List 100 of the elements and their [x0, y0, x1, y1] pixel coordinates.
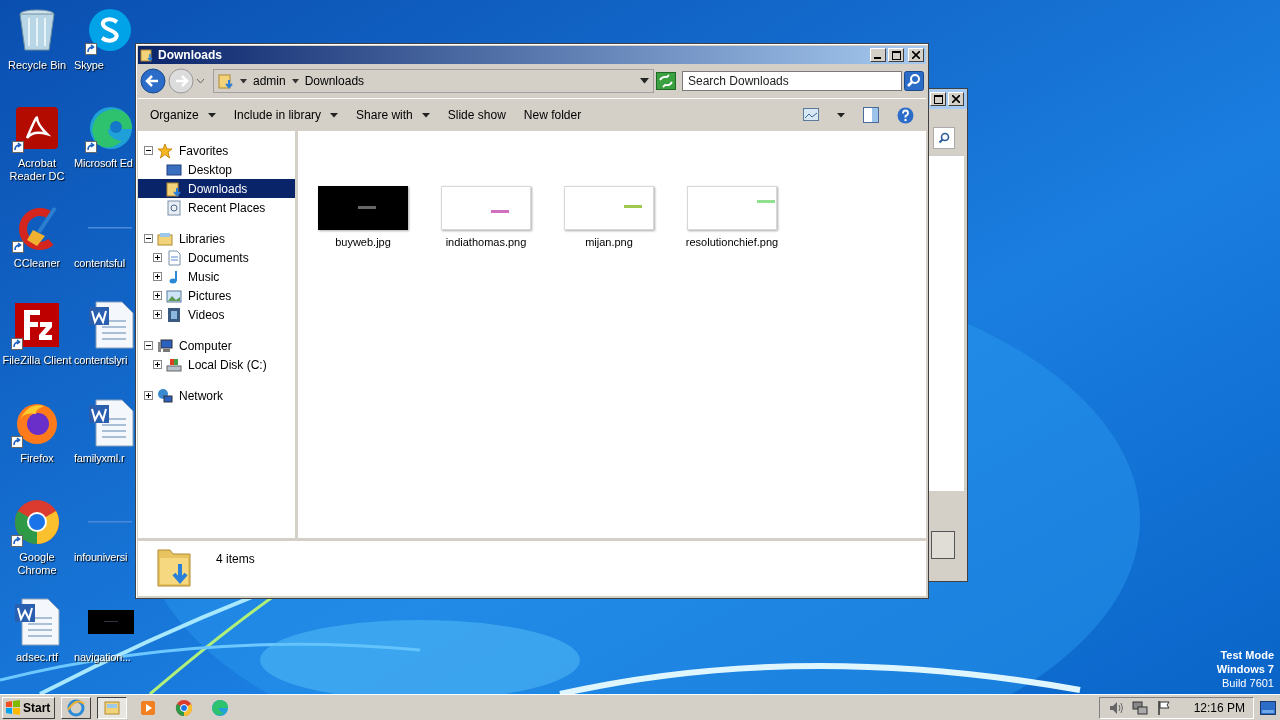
item-count: 4 items [216, 552, 255, 566]
history-caret-icon[interactable] [196, 78, 205, 84]
breadcrumb-item[interactable]: admin [253, 74, 286, 88]
desktop-icon-label[interactable]: FileZilla Client [2, 354, 72, 367]
desktop-icon-label[interactable]: navigation... [74, 651, 131, 664]
desktop-icon-label[interactable]: contentsful [74, 257, 125, 270]
desktop-icon-label[interactable]: CCleaner [13, 257, 61, 270]
start-button[interactable]: Start [2, 696, 56, 719]
expand-toggle[interactable] [144, 391, 153, 400]
desktop-icon-label[interactable]: Google Chrome [0, 551, 74, 577]
nav-tree-item[interactable]: Computer [179, 338, 232, 353]
desktop-icon-label[interactable]: Firefox [20, 452, 54, 465]
desktop-icon-label[interactable]: Microsoft Ed [74, 157, 133, 170]
computer-icon [157, 337, 173, 354]
dropdown-caret-icon[interactable] [640, 78, 649, 84]
close-button[interactable] [948, 92, 964, 106]
nav-tree-item[interactable]: Videos [188, 307, 225, 322]
image-thumbnail[interactable] [318, 186, 408, 230]
nav-tree-item[interactable]: Favorites [179, 143, 229, 158]
flag-icon[interactable] [1155, 699, 1172, 716]
file-name[interactable]: resolutionchief.png [685, 236, 779, 248]
file-name[interactable]: mijan.png [585, 236, 633, 248]
recent-icon [166, 199, 182, 216]
nav-tree-item[interactable]: Network [179, 388, 223, 403]
plus-icon [153, 360, 162, 369]
maximize-button[interactable] [888, 48, 904, 62]
desktop-icon-label[interactable]: Skype [74, 59, 104, 72]
desktop-icon-label[interactable]: Recycle Bin [7, 59, 67, 72]
desktop-icon-label[interactable]: adsec.rtf [15, 651, 59, 664]
libraries-icon [157, 230, 173, 247]
network-icon[interactable] [1131, 699, 1148, 716]
help-icon[interactable] [897, 106, 914, 124]
expand-toggle[interactable] [153, 253, 162, 262]
separator-caret-icon[interactable] [291, 78, 299, 84]
nav-tree-item[interactable]: Desktop [188, 162, 233, 177]
collapse-toggle[interactable] [144, 146, 153, 155]
expand-toggle[interactable] [153, 360, 162, 369]
pdf-app-icon [15, 106, 59, 150]
taskbar-button[interactable] [97, 696, 128, 719]
back-button[interactable] [140, 68, 166, 94]
expand-toggle[interactable] [153, 272, 162, 281]
desktop-icon-label[interactable]: familyxml.r [74, 452, 125, 465]
desktop-icon-label[interactable]: Acrobat Reader DC [0, 157, 74, 183]
separator-caret-icon[interactable] [240, 78, 247, 84]
documents-icon [166, 249, 182, 266]
media-icon [139, 698, 158, 717]
nav-tree-item[interactable]: Recent Places [188, 200, 266, 215]
toolbar-button[interactable]: Organize [150, 108, 216, 122]
minus-icon [144, 146, 153, 155]
view-options-icon[interactable] [803, 108, 819, 122]
thumbnail-icon [88, 610, 134, 634]
desktop-icon-label[interactable]: infouniversi [74, 551, 128, 564]
breadcrumb-item[interactable]: Downloads [304, 74, 365, 88]
view-caret-icon[interactable] [837, 112, 845, 118]
system-notice-text: Build 7601 [1222, 676, 1274, 690]
minimize-button[interactable] [870, 48, 886, 62]
folder-icon [156, 546, 192, 588]
system-notice-text: Windows 7 [1216, 662, 1274, 676]
nav-tree-item[interactable]: Local Disk (C:) [188, 357, 267, 372]
collapse-toggle[interactable] [144, 234, 153, 243]
search-button[interactable] [933, 127, 955, 149]
show-desktop-button[interactable] [1260, 700, 1276, 715]
toolbar-button[interactable]: New folder [523, 108, 582, 122]
minus-icon [144, 234, 153, 243]
toolbar-button[interactable]: Include in library [233, 108, 339, 122]
desktop-icon [166, 161, 182, 178]
line-icon [88, 520, 132, 524]
address-bar[interactable]: admin Downloads [213, 69, 654, 93]
chrome-icon [14, 499, 60, 545]
plus-icon [153, 291, 162, 300]
toolbar-button[interactable]: Slide show [447, 108, 506, 122]
preview-pane-icon[interactable] [863, 107, 879, 123]
dialog-button[interactable] [931, 531, 955, 559]
folder-icon [218, 73, 234, 89]
file-name[interactable]: buyweb.jpg [335, 236, 391, 248]
file-name[interactable]: indiathomas.png [445, 236, 527, 248]
nav-tree-item[interactable]: Pictures [188, 288, 232, 303]
desktop-icon-label[interactable]: contentslyri [74, 354, 128, 367]
pictures-icon [166, 287, 182, 304]
star-icon [157, 142, 173, 159]
expand-toggle[interactable] [153, 310, 162, 319]
plus-icon [153, 272, 162, 281]
collapse-toggle[interactable] [144, 341, 153, 350]
recycle-bin-icon [17, 8, 57, 52]
search-field[interactable]: Search Downloads [682, 71, 902, 91]
maximize-icon [891, 50, 901, 60]
nav-tree-item[interactable]: Documents [188, 250, 249, 265]
maximize-button[interactable] [930, 92, 946, 106]
network-icon [157, 387, 173, 404]
toolbar-button[interactable]: Share with [356, 108, 430, 122]
nav-tree-item[interactable]: Libraries [179, 231, 226, 246]
plus-icon [144, 391, 153, 400]
refresh-button[interactable] [656, 72, 676, 90]
search-icon[interactable] [904, 71, 924, 91]
folder-icon [140, 48, 154, 62]
close-button[interactable] [908, 48, 924, 62]
expand-toggle[interactable] [153, 291, 162, 300]
close-icon [912, 51, 920, 59]
nav-tree-item[interactable]: Music [188, 269, 220, 284]
windows-logo-icon [5, 699, 21, 716]
